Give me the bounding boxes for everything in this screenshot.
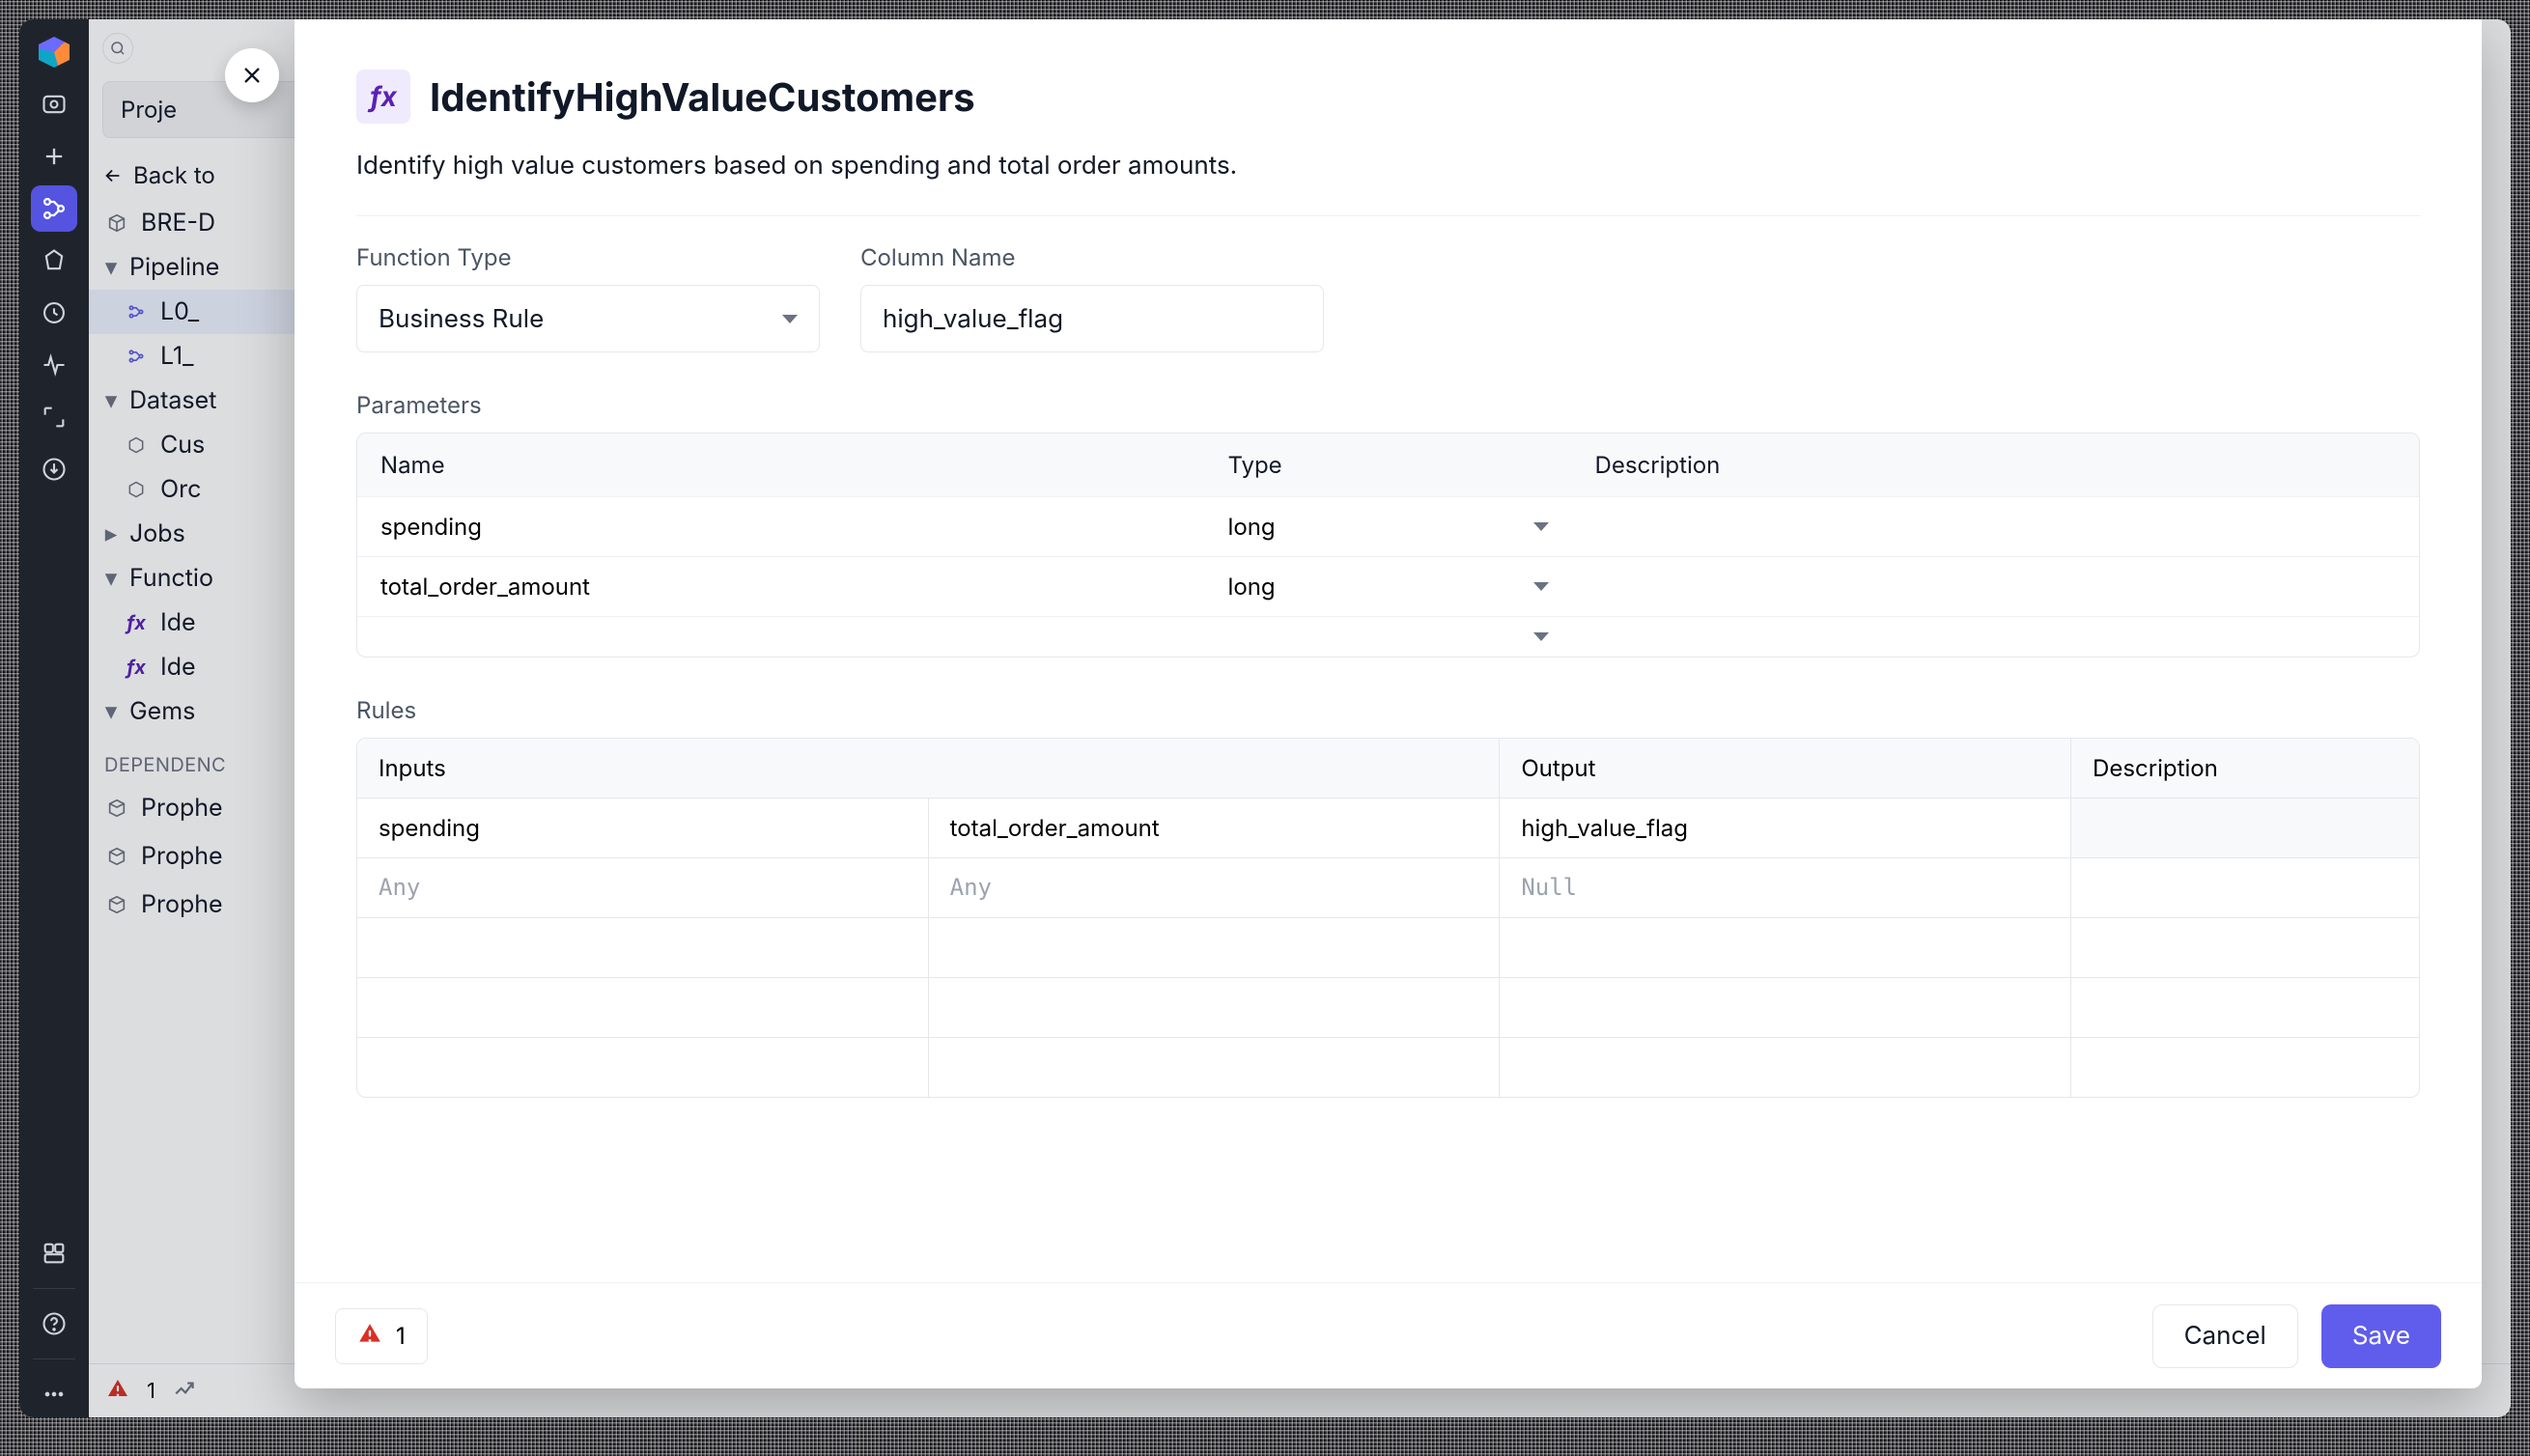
param-type: long [1228, 513, 1276, 541]
rules-row[interactable] [357, 1037, 2419, 1097]
param-row[interactable]: spending long [357, 496, 2419, 556]
modal-title: IdentifyHighValueCustomers [430, 73, 975, 121]
left-nav-rail [19, 19, 89, 1417]
rules-header-output: Output [1500, 739, 2071, 798]
rules-sub-total: total_order_amount [929, 798, 1501, 857]
fx-icon: fx [356, 70, 410, 124]
close-button[interactable] [225, 48, 279, 102]
param-name: total_order_amount [380, 573, 590, 601]
column-name-label: Column Name [860, 243, 1324, 271]
rules-row[interactable]: Any Any Null [357, 857, 2419, 917]
nav-activity[interactable] [31, 342, 77, 388]
parameters-table: Name Type Description spending long tota… [356, 433, 2420, 658]
function-type-select[interactable]: Business Rule [356, 285, 820, 352]
warning-count: 1 [396, 1322, 406, 1350]
function-editor-modal: fx IdentifyHighValueCustomers Identify h… [295, 19, 2482, 1388]
chevron-down-icon[interactable] [1533, 522, 1549, 531]
rule-spending[interactable]: Any [357, 857, 929, 917]
modal-description: Identify high value customers based on s… [356, 151, 2420, 216]
nav-more[interactable] [31, 1371, 77, 1417]
nav-expand[interactable] [31, 394, 77, 440]
param-row[interactable] [357, 616, 2419, 657]
column-name-input[interactable]: high_value_flag [860, 285, 1324, 352]
rules-row[interactable] [357, 977, 2419, 1037]
rule-total[interactable]: Any [929, 857, 1501, 917]
rules-table: Inputs Output Description spending total… [356, 738, 2420, 1098]
save-button[interactable]: Save [2321, 1304, 2441, 1368]
function-type-value: Business Rule [379, 304, 544, 334]
nav-apps[interactable] [31, 1230, 77, 1276]
nav-gem[interactable] [31, 238, 77, 284]
nav-history[interactable] [31, 290, 77, 336]
rules-row[interactable] [357, 917, 2419, 977]
param-header-desc: Description [1572, 434, 2420, 496]
logo[interactable] [31, 29, 77, 75]
nav-pipelines[interactable] [31, 185, 77, 232]
function-type-label: Function Type [356, 243, 820, 271]
param-type: long [1228, 573, 1276, 601]
rules-header-description: Description [2071, 739, 2419, 798]
rules-label: Rules [356, 696, 2420, 724]
cancel-button[interactable]: Cancel [2152, 1304, 2298, 1368]
chevron-down-icon[interactable] [1533, 632, 1549, 641]
warning-icon [357, 1321, 382, 1352]
rules-sub-spending: spending [357, 798, 929, 857]
nav-help[interactable] [31, 1301, 77, 1347]
nav-search[interactable] [31, 81, 77, 127]
parameters-label: Parameters [356, 391, 2420, 419]
param-header-type: Type [1205, 434, 1572, 496]
param-header-name: Name [357, 434, 1205, 496]
chevron-down-icon[interactable] [1533, 582, 1549, 591]
rules-sub-desc-empty [2071, 798, 2419, 857]
chevron-down-icon [782, 315, 798, 323]
rules-sub-flag: high_value_flag [1500, 798, 2071, 857]
param-row[interactable]: total_order_amount long [357, 556, 2419, 616]
nav-add[interactable] [31, 133, 77, 180]
nav-download[interactable] [31, 446, 77, 492]
rules-header-inputs: Inputs [357, 739, 1500, 798]
param-name: spending [380, 513, 482, 541]
warning-chip[interactable]: 1 [335, 1308, 428, 1364]
rule-flag[interactable]: Null [1500, 857, 2071, 917]
rule-desc[interactable] [2071, 857, 2419, 917]
column-name-value: high_value_flag [883, 304, 1063, 334]
